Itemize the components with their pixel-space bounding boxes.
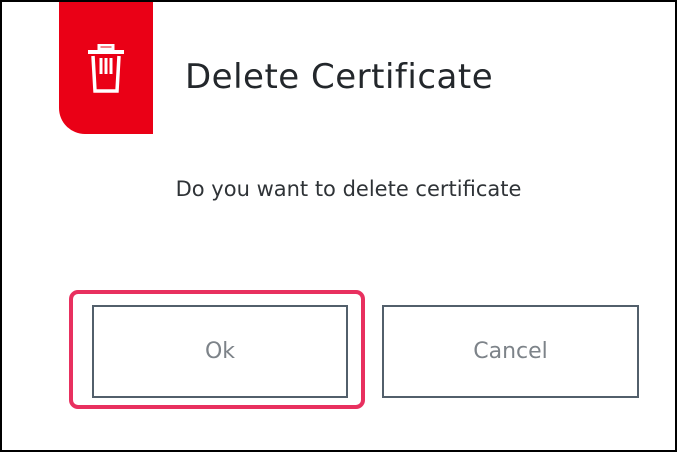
trash-icon: [86, 40, 126, 94]
dialog-icon-badge: [59, 2, 153, 134]
dialog-message: Do you want to delete certificate: [175, 177, 522, 201]
cancel-button[interactable]: Cancel: [382, 305, 639, 398]
ok-button[interactable]: Ok: [92, 305, 348, 398]
delete-certificate-dialog: Delete Certificate Do you want to delete…: [0, 0, 677, 452]
dialog-title: Delete Certificate: [185, 57, 494, 97]
